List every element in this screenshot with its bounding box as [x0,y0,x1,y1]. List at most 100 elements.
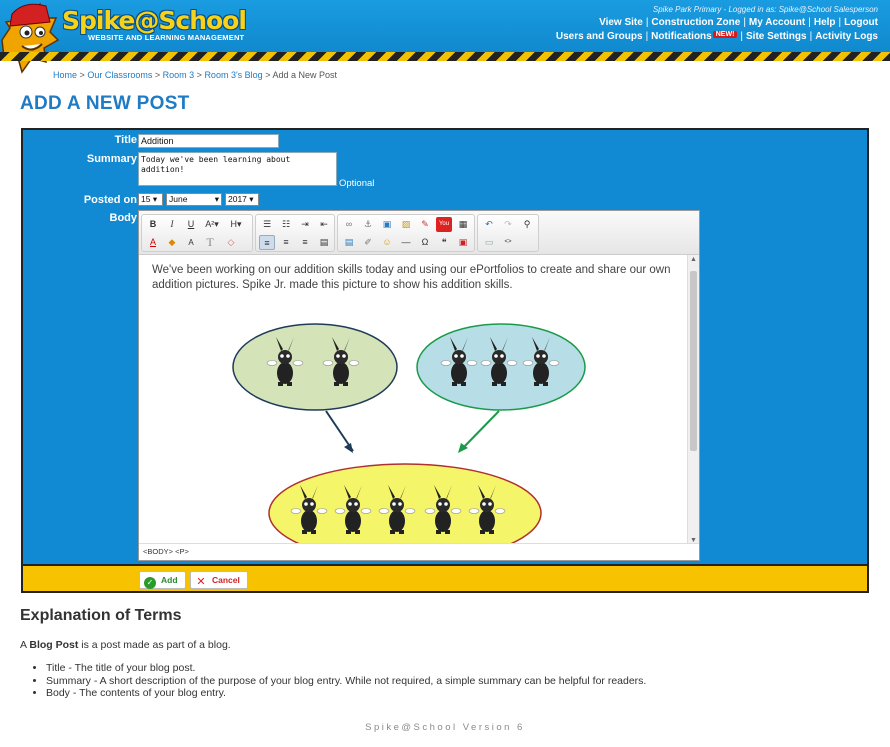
title-input[interactable]: Addition [138,134,279,148]
align-left-icon[interactable]: ≡ [259,235,275,250]
scrollbar-thumb[interactable] [690,271,697,451]
dropdown-arrow-icon: ▾ [249,194,254,204]
nav-construction-zone[interactable]: Construction Zone [651,17,740,28]
explanation-title: Explanation of Terms [20,607,182,624]
font-size-icon[interactable]: A²▾ [202,217,222,232]
bold-icon[interactable]: B [145,217,161,232]
rich-text-editor: B I U A²▾ H▾ A ◆ A T ◇ ☰ ☷ ⇥ ⇤ ≡ ≡ ≡ ▤ ∞… [138,210,700,561]
preview-icon[interactable]: ▭ [481,235,497,250]
form-action-bar: ✓ Add ✕ Cancel [23,564,867,591]
nav-help[interactable]: Help [814,17,836,28]
intro-term: Blog Post [29,639,79,651]
nav-notifications[interactable]: Notifications [651,31,712,42]
table-icon[interactable]: ▤ [341,235,357,250]
format-group: B I U A²▾ H▾ A ◆ A T ◇ [141,214,253,252]
highlight-icon[interactable]: ◆ [164,235,180,250]
breadcrumb-sep: > [196,70,202,80]
horizontal-rule-icon[interactable]: — [398,235,414,250]
anchor-icon[interactable]: ⚓ [360,217,376,232]
breadcrumb-our-classrooms[interactable]: Our Classrooms [87,70,152,80]
widget-icon[interactable]: ▦ [455,217,471,232]
add-button[interactable]: ✓ Add [139,571,186,589]
nav-separator: | [743,17,746,28]
day-select[interactable]: 15 ▾ [138,193,163,206]
quote-icon[interactable]: ❝ [436,235,452,250]
editor-toolbar: B I U A²▾ H▾ A ◆ A T ◇ ☰ ☷ ⇥ ⇤ ≡ ≡ ≡ ▤ ∞… [139,211,699,255]
nav-my-account[interactable]: My Account [749,17,805,28]
align-right-icon[interactable]: ≡ [297,235,313,250]
clear-style-icon[interactable]: T [202,235,218,250]
redo-icon[interactable]: ↷ [500,217,516,232]
site-header: Spike@School WEBSITE AND LEARNING MANAGE… [0,0,890,74]
post-form: Title Addition Summary Today we've been … [21,128,869,593]
youtube-icon[interactable]: You [436,217,452,232]
list-item: Body - The contents of your blog entry. [46,687,646,700]
emoji-icon[interactable]: ☺ [379,235,395,250]
breadcrumb-current: Add a New Post [272,70,338,80]
breadcrumb-sep: > [154,70,161,80]
link-icon[interactable]: ∞ [341,217,357,232]
year-select[interactable]: 2017 ▾ [225,193,259,206]
close-icon: ✕ [196,576,206,588]
underline-icon[interactable]: U [183,217,199,232]
outdent-icon[interactable]: ⇤ [316,217,332,232]
edit-icon[interactable]: ✐ [360,235,376,250]
italic-icon[interactable]: I [164,217,180,232]
nav-site-settings[interactable]: Site Settings [746,31,807,42]
secondary-nav: Users and Groups | Notifications NEW! | Site … [556,31,878,42]
nav-separator: | [809,31,813,42]
editor-statusbar: <BODY> <P> [139,543,699,560]
logo-subtitle: WEBSITE AND LEARNING MANAGEMENT [88,33,245,42]
numbered-list-icon[interactable]: ☷ [278,217,294,232]
nav-separator: | [838,17,842,28]
list-item: Summary - A short description of the pur… [46,675,646,688]
nav-users-groups[interactable]: Users and Groups [556,31,643,42]
summary-textarea[interactable]: Today we've been learning about addition… [138,152,337,186]
history-group: ↶ ↷ ⚲ ▭ <> [477,214,539,252]
nav-logout[interactable]: Logout [844,17,878,28]
indent-icon[interactable]: ⇥ [297,217,313,232]
body-label: Body [109,212,138,224]
breadcrumb-home[interactable]: Home [53,70,77,80]
dropdown-arrow-icon: ▾ [152,194,158,204]
month-value: June [169,194,188,204]
top-nav: View Site | Construction Zone | My Account | H… [599,17,878,28]
breadcrumb-room-3[interactable]: Room 3 [163,70,195,80]
pdf-icon[interactable]: ▣ [455,235,471,250]
editor-content[interactable]: We've been working on our addition skill… [139,255,687,545]
image-icon[interactable]: ▨ [398,217,414,232]
cancel-button[interactable]: ✕ Cancel [190,571,248,589]
undo-icon[interactable]: ↶ [481,217,497,232]
check-icon: ✓ [144,577,156,589]
file-icon[interactable]: ▣ [379,217,395,232]
eraser-icon[interactable]: ◇ [223,235,239,250]
scroll-up-icon[interactable]: ▲ [690,256,697,263]
align-center-icon[interactable]: ≡ [278,235,294,250]
breadcrumb-room-3-blog[interactable]: Room 3's Blog [204,70,262,80]
align-justify-icon[interactable]: ▤ [316,235,332,250]
bullet-list-icon[interactable]: ☰ [259,217,275,232]
editor-scrollbar[interactable]: ▲ ▼ [687,255,699,545]
nav-activity-logs[interactable]: Activity Logs [815,31,878,42]
html-source-icon[interactable]: <> [500,235,516,250]
logo-text: Spike@School [62,6,247,35]
find-icon[interactable]: ⚲ [519,217,535,232]
year-value: 2017 [228,194,247,204]
dropdown-arrow-icon: ▾ [214,194,219,204]
login-info: Spike Park Primary - Logged in as: Spike… [652,5,878,14]
intro-prefix: A [20,639,27,651]
pencil-icon[interactable]: ✎ [417,217,433,232]
add-button-label: Add [161,575,178,585]
optional-note: Optional [339,178,375,189]
font-icon[interactable]: A [183,235,199,250]
text-color-icon[interactable]: A [145,235,161,250]
day-value: 15 [141,194,151,204]
site-logo[interactable]: Spike@School WEBSITE AND LEARNING MANAGE… [62,6,247,42]
footer-version: Spike@School Version 6 [365,722,525,733]
explanation-intro: A Blog Post is a post made as part of a … [20,639,231,651]
special-char-icon[interactable]: Ω [417,235,433,250]
month-select[interactable]: June ▾ [166,193,222,206]
nav-view-site[interactable]: View Site [599,17,643,28]
heading-icon[interactable]: H▾ [226,217,246,232]
nav-separator: | [645,31,649,42]
